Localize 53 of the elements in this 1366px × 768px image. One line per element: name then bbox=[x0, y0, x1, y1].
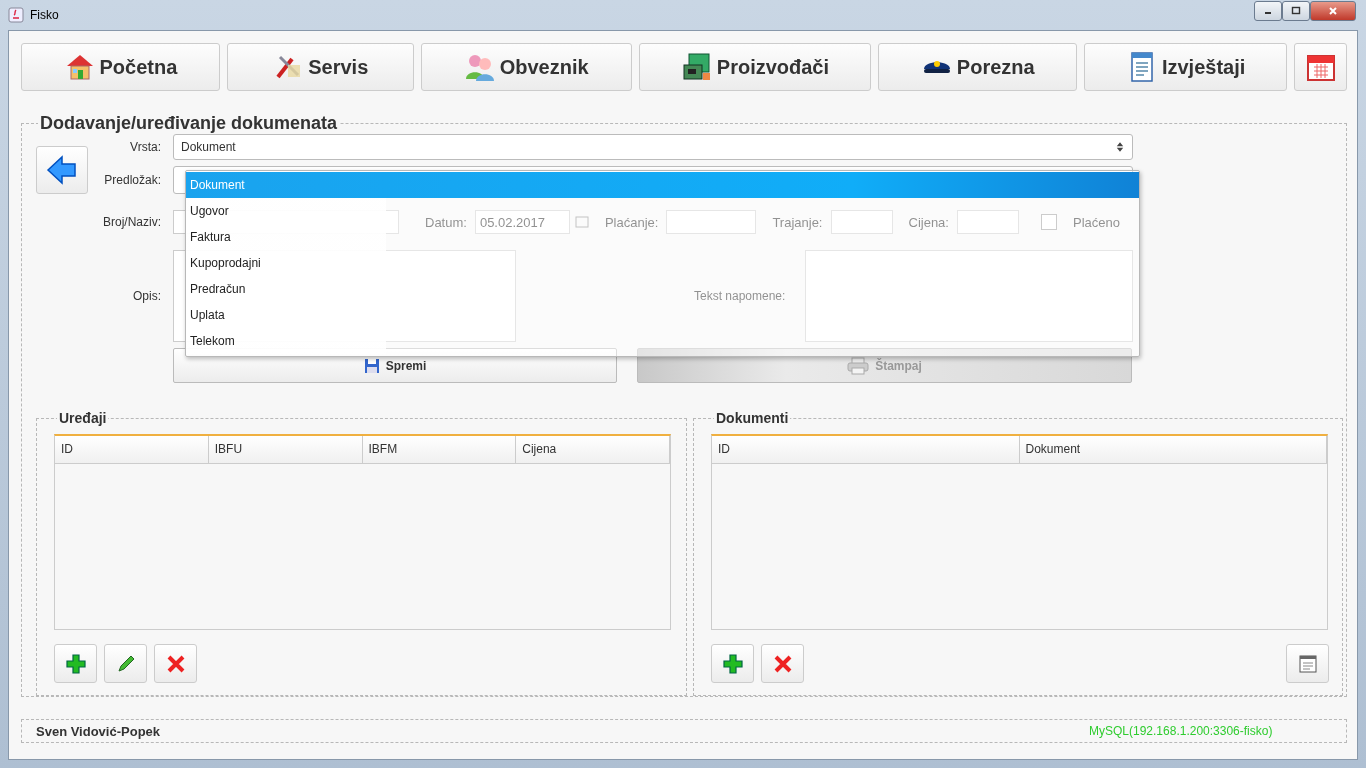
user-name: Sven Vidović-Popek bbox=[36, 723, 162, 739]
printer-icon bbox=[847, 356, 870, 375]
toolbar-button[interactable]: Obveznik bbox=[420, 43, 632, 91]
back-button[interactable] bbox=[36, 146, 88, 194]
type-dropdown[interactable]: Dokument bbox=[173, 134, 1133, 160]
column-header[interactable]: ID bbox=[712, 436, 1020, 463]
plus-icon bbox=[722, 653, 743, 674]
close-icon bbox=[1328, 6, 1338, 16]
save-button[interactable]: Spremi bbox=[173, 348, 617, 383]
delete-button[interactable] bbox=[154, 644, 197, 683]
field-label: Opis: bbox=[132, 289, 162, 303]
column-header[interactable]: IBFU bbox=[208, 436, 363, 463]
floppy-icon bbox=[363, 357, 380, 374]
column-header[interactable]: IBFM bbox=[362, 436, 517, 463]
plus-icon bbox=[65, 653, 86, 674]
minimize-button[interactable] bbox=[1254, 1, 1282, 21]
toolbar-button[interactable]: Početna bbox=[21, 43, 220, 91]
field-label: Predložak: bbox=[103, 173, 162, 187]
add-button[interactable] bbox=[54, 644, 97, 683]
close-button[interactable] bbox=[1310, 1, 1356, 21]
toolbar-button[interactable]: Porezna bbox=[878, 43, 1078, 91]
toolbar-button[interactable]: Proizvođači bbox=[638, 43, 872, 91]
circuit-board-icon bbox=[680, 51, 713, 83]
app-icon bbox=[8, 7, 24, 23]
panel-title: Dokumenti bbox=[715, 410, 790, 426]
field-label: Tekst napomene: bbox=[692, 289, 787, 303]
maximize-button[interactable] bbox=[1282, 1, 1310, 21]
pencil-icon bbox=[115, 653, 136, 674]
paid-checkbox[interactable] bbox=[1040, 214, 1057, 230]
column-header[interactable]: Cijena bbox=[516, 436, 670, 463]
toolbar-button[interactable]: Servis bbox=[226, 43, 414, 91]
field-label: Vrsta: bbox=[129, 140, 162, 154]
field-label: Broj/Naziv: bbox=[102, 215, 162, 229]
edit-button[interactable] bbox=[104, 644, 147, 683]
price-field[interactable] bbox=[956, 210, 1019, 234]
spinner-arrows-icon bbox=[1116, 141, 1124, 153]
duration-field[interactable] bbox=[830, 210, 893, 234]
cross-icon bbox=[772, 653, 793, 674]
form-title: Dodavanje/uređivanje dokumenata bbox=[39, 113, 339, 134]
cross-icon bbox=[165, 653, 186, 674]
connection-info: MySQL(192.168.1.200:3306-fisko) bbox=[1089, 724, 1273, 738]
calendar-button[interactable] bbox=[1294, 43, 1347, 91]
delete-button[interactable] bbox=[761, 644, 804, 683]
toolbar-button[interactable]: Izvještaji bbox=[1084, 43, 1288, 91]
column-header[interactable]: Dokument bbox=[1019, 436, 1327, 463]
panel-title: Uređaji bbox=[58, 410, 108, 426]
arrow-left-icon bbox=[46, 154, 78, 186]
maximize-icon bbox=[1291, 6, 1301, 16]
report-button[interactable] bbox=[1286, 644, 1329, 683]
window-title: Fisko bbox=[30, 8, 59, 22]
column-header[interactable]: ID bbox=[55, 436, 209, 463]
add-button[interactable] bbox=[711, 644, 754, 683]
document-icon bbox=[1297, 653, 1318, 674]
